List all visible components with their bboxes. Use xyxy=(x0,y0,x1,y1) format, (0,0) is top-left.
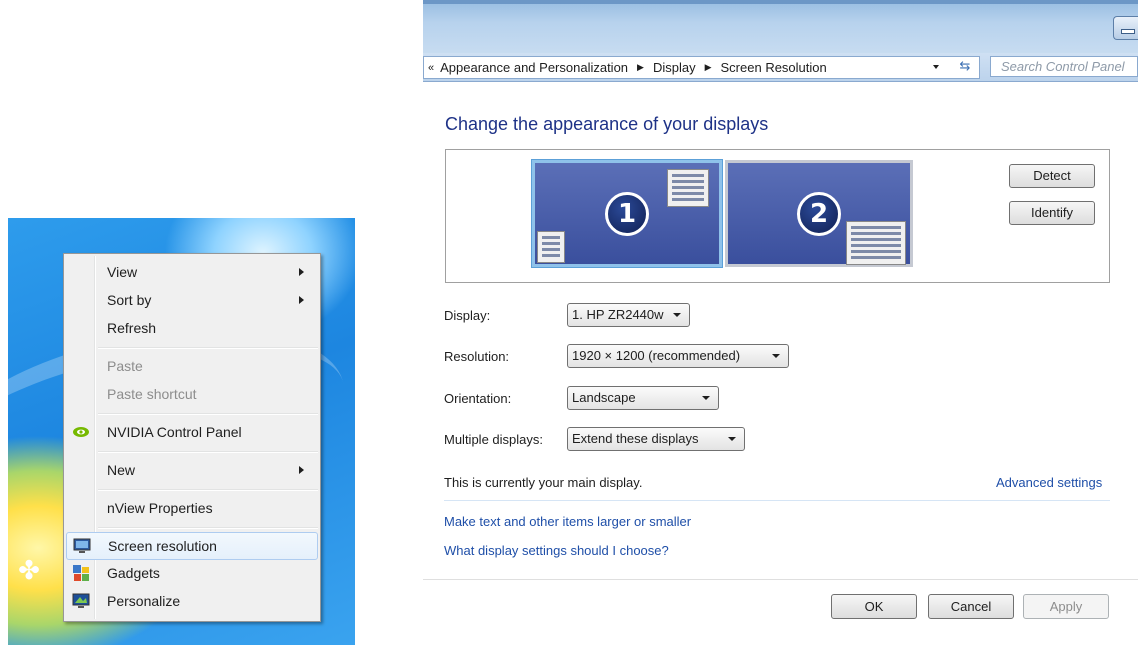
title-bar xyxy=(423,0,1138,57)
menu-item-label: NVIDIA Control Panel xyxy=(107,424,242,440)
cancel-button[interactable]: Cancel xyxy=(928,594,1014,619)
monitor-2[interactable]: 2 xyxy=(725,160,913,267)
menu-item-personalize[interactable]: Personalize xyxy=(66,588,318,614)
menu-item-label: Refresh xyxy=(107,320,157,336)
breadcrumb-separator-icon: ▶ xyxy=(637,62,644,72)
menu-item-label: Sort by xyxy=(107,292,152,308)
chevron-down-icon xyxy=(673,313,681,317)
desktop-context-menu: View Sort by Refresh Paste Paste shortcu… xyxy=(63,253,321,622)
menu-separator xyxy=(98,347,318,349)
menu-item-label: Personalize xyxy=(107,593,181,609)
address-dropdown-icon[interactable] xyxy=(933,65,939,69)
display-label: Display: xyxy=(444,308,491,323)
chevron-down-icon xyxy=(728,437,736,441)
menu-item-label: Paste shortcut xyxy=(107,386,197,402)
orientation-label: Orientation: xyxy=(444,391,512,406)
gadgets-icon xyxy=(73,565,89,581)
breadcrumb-item-appearance[interactable]: Appearance and Personalization xyxy=(440,60,628,75)
display-settings-help-link[interactable]: What display settings should I choose? xyxy=(444,543,669,558)
breadcrumb-overflow-icon[interactable]: « xyxy=(428,62,434,74)
submenu-arrow-icon xyxy=(299,466,304,474)
monitor-1[interactable]: 1 xyxy=(532,160,722,267)
menu-item-label: Gadgets xyxy=(107,565,160,581)
submenu-arrow-icon xyxy=(299,296,304,304)
breadcrumb[interactable]: « Appearance and Personalization ▶ Displ… xyxy=(423,56,980,79)
main-display-status: This is currently your main display. xyxy=(444,475,643,490)
chevron-down-icon xyxy=(702,396,710,400)
mini-window-icon xyxy=(667,169,709,207)
menu-item-screen-resolution[interactable]: Screen resolution xyxy=(66,532,318,560)
chevron-down-icon xyxy=(772,354,780,358)
nvidia-icon xyxy=(73,427,89,437)
menu-separator xyxy=(98,489,318,491)
display-select[interactable]: 1. HP ZR2440w xyxy=(567,303,690,327)
display-value: 1. HP ZR2440w xyxy=(572,307,664,322)
menu-item-gadgets[interactable]: Gadgets xyxy=(66,560,318,586)
breadcrumb-item-display[interactable]: Display xyxy=(653,60,696,75)
multiple-displays-select[interactable]: Extend these displays xyxy=(567,427,745,451)
resolution-label: Resolution: xyxy=(444,349,510,364)
menu-separator xyxy=(98,413,318,415)
minimize-button[interactable] xyxy=(1113,16,1138,40)
multiple-displays-label: Multiple displays: xyxy=(444,432,543,447)
control-panel-window: « Appearance and Personalization ▶ Displ… xyxy=(423,0,1138,645)
menu-item-label: Paste xyxy=(107,358,143,374)
menu-item-paste-shortcut[interactable]: Paste shortcut xyxy=(66,381,318,407)
monitor-number: 2 xyxy=(797,191,841,236)
personalize-icon xyxy=(72,593,90,608)
menu-item-label: New xyxy=(107,462,136,478)
menu-item-view[interactable]: View xyxy=(66,259,318,285)
submenu-arrow-icon xyxy=(299,268,304,276)
resolution-value: 1920 × 1200 (recommended) xyxy=(572,348,741,363)
menu-item-nvidia-control-panel[interactable]: NVIDIA Control Panel xyxy=(66,419,318,445)
refresh-icon[interactable]: ⇆ xyxy=(953,56,977,77)
mini-window-icon xyxy=(846,221,906,265)
page-title: Change the appearance of your displays xyxy=(445,114,769,134)
breadcrumb-item-screen-resolution[interactable]: Screen Resolution xyxy=(721,60,827,75)
menu-item-paste[interactable]: Paste xyxy=(66,353,318,379)
wallpaper-flower-icon: ✤ xyxy=(18,556,40,586)
ok-button[interactable]: OK xyxy=(831,594,917,619)
menu-item-label: Screen resolution xyxy=(108,538,217,554)
detect-button[interactable]: Detect xyxy=(1009,164,1095,188)
menu-item-nview-properties[interactable]: nView Properties xyxy=(66,495,318,521)
advanced-settings-link[interactable]: Advanced settings xyxy=(996,475,1102,490)
breadcrumb-separator-icon: ▶ xyxy=(704,62,712,72)
mini-window-icon xyxy=(537,231,565,263)
orientation-value: Landscape xyxy=(572,390,636,405)
menu-item-sort-by[interactable]: Sort by xyxy=(66,287,318,313)
menu-item-new[interactable]: New xyxy=(66,457,318,483)
divider xyxy=(444,500,1110,501)
menu-separator xyxy=(98,451,318,453)
address-bar: « Appearance and Personalization ▶ Displ… xyxy=(423,53,1138,82)
menu-item-refresh[interactable]: Refresh xyxy=(66,315,318,341)
orientation-select[interactable]: Landscape xyxy=(567,386,719,410)
larger-text-link[interactable]: Make text and other items larger or smal… xyxy=(444,514,691,529)
screen-resolution-icon xyxy=(73,538,91,553)
button-bar-divider xyxy=(423,579,1138,580)
menu-item-label: nView Properties xyxy=(107,500,213,516)
resolution-select[interactable]: 1920 × 1200 (recommended) xyxy=(567,344,789,368)
menu-separator xyxy=(98,527,318,529)
identify-button[interactable]: Identify xyxy=(1009,201,1095,225)
monitor-number: 1 xyxy=(605,191,649,236)
search-input[interactable]: Search Control Panel xyxy=(990,56,1138,77)
menu-item-label: View xyxy=(107,264,138,280)
multiple-displays-value: Extend these displays xyxy=(572,431,699,446)
apply-button[interactable]: Apply xyxy=(1023,594,1109,619)
